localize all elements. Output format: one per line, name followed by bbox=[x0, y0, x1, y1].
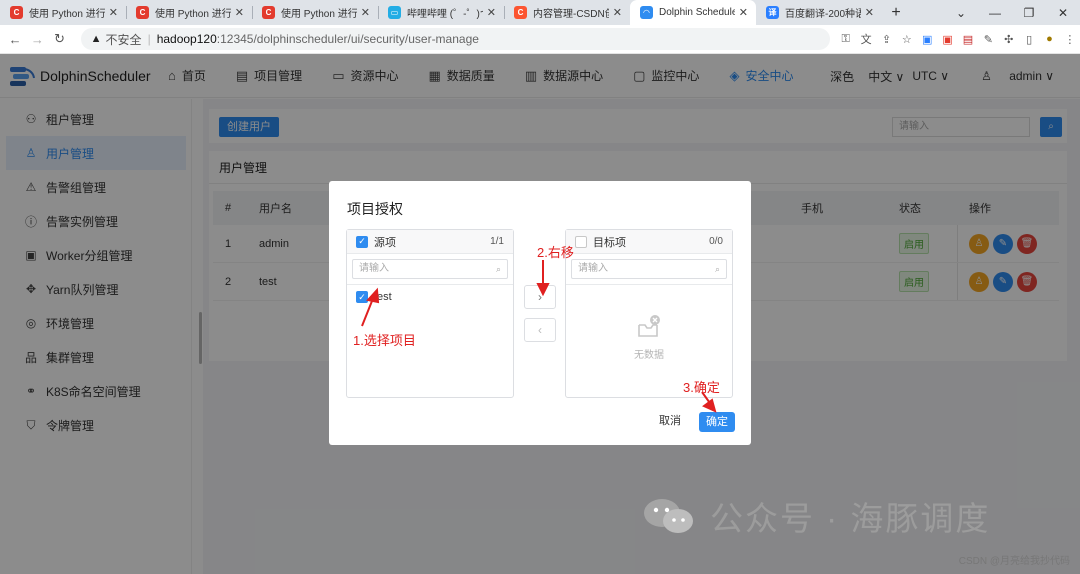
annotation-step1: 1.选择项目 bbox=[353, 333, 416, 348]
wechat-watermark: 公众号 · 海豚调度 bbox=[640, 492, 990, 540]
arrow-step2 bbox=[536, 260, 550, 297]
wechat-icon bbox=[644, 499, 693, 533]
annotation-arrows bbox=[361, 260, 717, 413]
watermark-text: 公众号 · 海豚调度 bbox=[710, 500, 991, 537]
annotation-step3: 3.确定 bbox=[683, 380, 720, 395]
annotation-step2: 2.右移 bbox=[537, 245, 574, 260]
arrow-step1 bbox=[361, 287, 380, 327]
csdn-watermark: CSDN @月亮给我抄代码 bbox=[958, 556, 1070, 567]
